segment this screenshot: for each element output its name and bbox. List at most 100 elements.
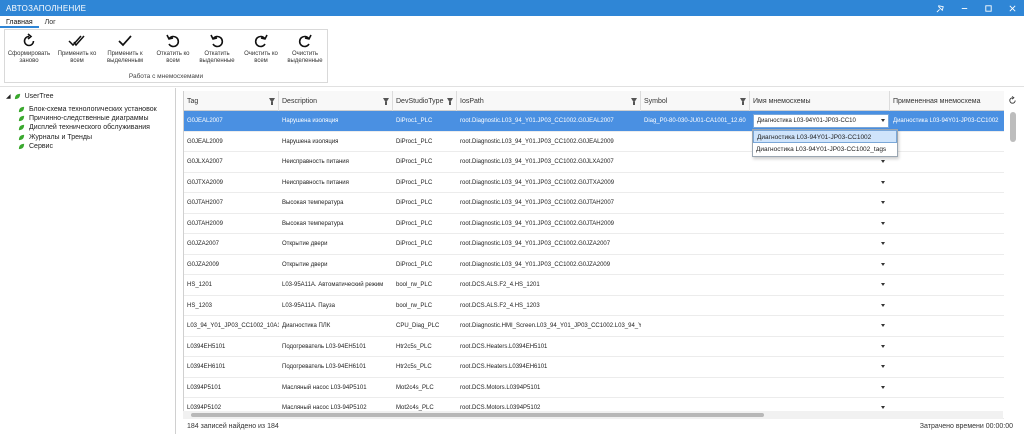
rollback-selected-button[interactable]: Откатить выделенные [195,33,239,71]
chevron-down-icon[interactable] [881,344,885,348]
tab-main[interactable]: Главная [0,17,39,28]
cell-tag: HS_1203 [187,302,213,309]
table-row[interactable]: L0394EH5101 Подогреватель L03-94EH5101 Htr… [184,337,1004,357]
cell-desc: Диагностика ПЛК [282,323,331,329]
table-row[interactable]: G0JZA2009 Открытие двери DiProc1_PLC root.D… [184,255,1004,275]
expand-arrow-icon[interactable]: ◢ [6,93,11,100]
clear-all-label: Очистить ко всем [244,51,278,64]
table-row[interactable]: HS_1201 L03-95A11A. Автоматический режим b… [184,275,1004,296]
chevron-down-icon[interactable] [881,283,885,286]
cell-tag: G0JZA2009 [187,261,220,268]
dropdown-option[interactable]: Диагностика L03-94Y01-JP03-CC1002_tags [753,143,897,156]
mnemo-combo-box[interactable]: Диагностика L03-94Y01-JP03-CC10 [753,114,889,128]
cell-path: root.DCS.Motors.L0394P5101 [460,384,541,391]
tree-item-label: Дисплей технического обслуживания [29,124,150,132]
horizontal-scrollbar[interactable] [183,411,1003,419]
clear-all-button[interactable]: Очистить ко всем [239,33,283,71]
chevron-down-icon[interactable] [881,262,885,266]
mnemo-dropdown-list: Диагностика L03-94Y01-JP03-CC1002 Диагно… [752,129,898,157]
cell-tag: L03_94_Y01_JP03_CC1002_10A1 [187,323,279,329]
cell-type: DiProc1_PLC [396,200,433,206]
filter-icon[interactable] [269,98,275,105]
table-row[interactable]: HS_1203 L03-95A11A. Пауза bool_rw_PLC root.… [184,296,1004,316]
maximize-icon[interactable] [976,0,1000,16]
column-header-label: Имя мнемосхемы [753,97,811,105]
double-check-icon [68,35,85,47]
tree-root[interactable]: ◢ UserTree [6,93,54,100]
table-row[interactable]: L03_94_Y01_JP03_CC1002_10A1 Диагностика П… [184,316,1004,337]
tree-item[interactable]: Причинно-следственные диаграммы [18,114,157,123]
cell-type: DiProc1_PLC [396,118,433,124]
column-header-label: DevStudioType [396,97,444,105]
pin-icon[interactable] [928,0,952,16]
chevron-down-icon[interactable] [881,242,885,245]
tree-item[interactable]: Блок-схема технологических установок [18,105,157,114]
chevron-down-icon[interactable] [881,303,885,307]
apply-all-label: Применить ко всем [57,51,97,64]
user-tree-panel: ◢ UserTree Блок-схема технологических ус… [0,88,176,434]
column-header-symbol[interactable]: Symbol [641,91,750,111]
minimize-icon[interactable] [952,0,976,16]
refresh-icon[interactable] [1008,96,1017,105]
vertical-scroll-thumb[interactable] [1010,112,1016,142]
tree-item[interactable]: Журналы и Тренды [18,133,157,142]
chevron-down-icon[interactable] [881,119,885,122]
table-row[interactable]: G0JTAH2007 Высокая температура DiProc1_PLC… [184,193,1004,214]
cell-symbol [641,234,750,254]
redo-icon [254,34,268,48]
cell-path: root.Diagnostic.L03_94_Y01.JP03_CC1002.G… [460,200,614,206]
cell-desc: Нарушена изоляция [282,138,339,145]
cell-path: root.Diagnostic.L03_94_Y01.JP03_CC1002.G… [460,241,611,247]
table-row[interactable]: G0JTXA2009 Неисправность питания DiProc1_P… [184,173,1004,193]
rollback-all-button[interactable]: Откатить ко всем [151,33,195,71]
close-icon[interactable] [1000,0,1024,16]
chevron-down-icon[interactable] [881,365,885,368]
cell-symbol [641,255,750,275]
column-header-applied-mnemo[interactable]: Примененная мнемосхема [890,91,1004,111]
apply-all-button[interactable]: Применить ко всем [55,33,99,71]
cell-tag: G0JTAH2009 [187,220,223,227]
chevron-down-icon[interactable] [881,221,885,225]
table-row[interactable]: G0JZA2007 Открытие двери DiProc1_PLC root.D… [184,234,1004,255]
apply-selected-button[interactable]: Применить к выделенным [103,33,147,71]
tree-item-label: Блок-схема технологических установок [29,106,157,114]
clear-selected-button[interactable]: Очистить выделенные [283,33,327,71]
column-header-description[interactable]: Description [279,91,393,111]
filter-icon[interactable] [740,98,746,105]
chevron-down-icon[interactable] [881,160,885,163]
chevron-down-icon[interactable] [881,180,885,184]
regenerate-label: Сформировать заново [7,51,51,64]
table-row[interactable]: L0394EH6101 Подогреватель L03-94EH6101 Htr… [184,357,1004,378]
check-icon [118,35,132,47]
cell-symbol [641,214,750,234]
filter-icon[interactable] [631,98,637,105]
tree-item[interactable]: Сервис [18,142,157,151]
cell-desc: Неисправность питания [282,159,349,165]
filter-icon[interactable] [383,98,389,105]
column-header-tag[interactable]: Tag [184,91,279,111]
cell-desc: Открытие двери [282,241,328,247]
table-row[interactable]: L0394P5101 Масляный насос L03-94P5101 Mot2… [184,378,1004,398]
chevron-down-icon[interactable] [881,406,885,409]
cell-type: DiProc1_PLC [396,179,433,186]
column-header-devstudiotype[interactable]: DevStudioType [393,91,457,111]
regenerate-button[interactable]: Сформировать заново [7,33,51,71]
table-row[interactable]: G0JTAH2009 Высокая температура DiProc1_PLC… [184,214,1004,234]
column-header-mnemo-name[interactable]: Имя мнемосхемы [750,91,890,111]
chevron-down-icon[interactable] [881,385,885,389]
tab-log[interactable]: Лог [39,17,62,28]
chevron-down-icon[interactable] [881,324,885,327]
window-title: АВТОЗАПОЛНЕНИЕ [6,3,87,13]
cell-type: bool_rw_PLC [396,302,433,309]
cell-tag: G0JZA2007 [187,241,220,247]
cell-tag: G0JEAL2009 [187,138,223,145]
cell-tag: G0JEAL2007 [187,118,223,124]
leaf-icon [18,134,25,140]
tree-item[interactable]: Дисплей технического обслуживания [18,123,157,132]
chevron-down-icon[interactable] [881,201,885,204]
horizontal-scroll-thumb[interactable] [191,413,764,417]
column-header-label: IosPath [460,97,484,105]
column-header-iospath[interactable]: IosPath [457,91,641,111]
filter-icon[interactable] [447,98,453,105]
dropdown-option[interactable]: Диагностика L03-94Y01-JP03-CC1002 [753,130,897,143]
